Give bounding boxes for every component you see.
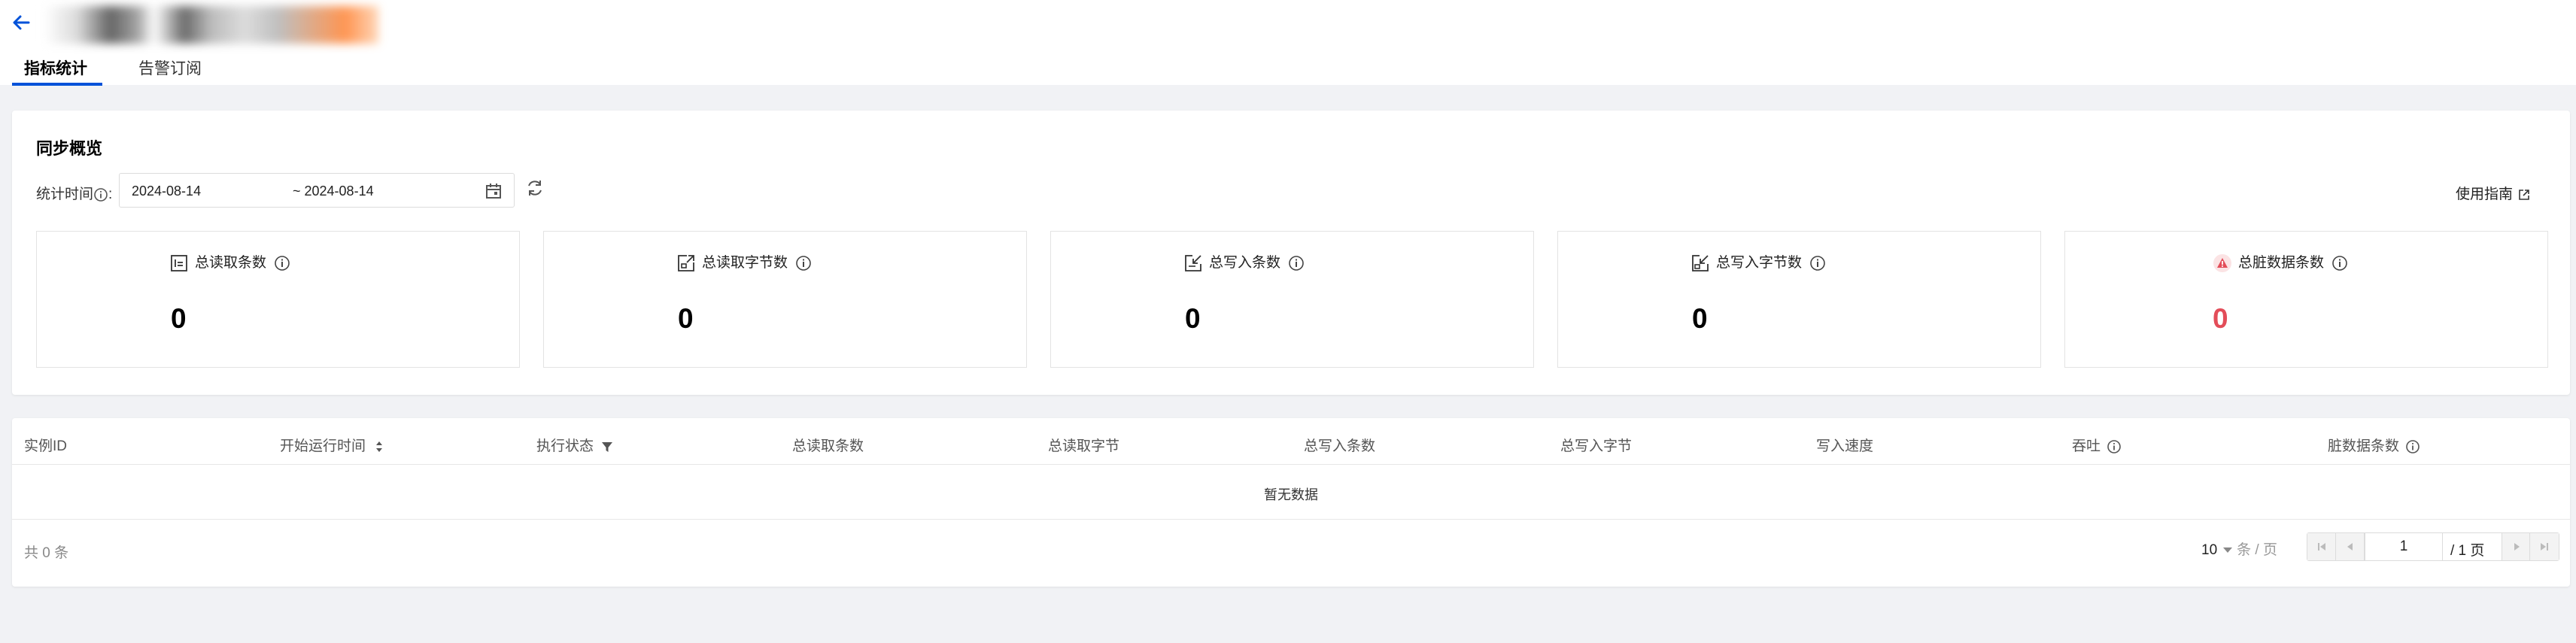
last-page-button[interactable] bbox=[2530, 533, 2559, 560]
section-title: 同步概览 bbox=[36, 139, 103, 158]
stat-header: 总读取字节数 bbox=[676, 251, 812, 273]
date-range-picker[interactable]: 2024-08-14 ~ 2024-08-14 bbox=[119, 173, 515, 208]
first-page-icon bbox=[2318, 543, 2325, 550]
instance-table: 实例ID 开始运行时间 执行状态 总读取条数 总读取字节 总写入条数 总写入字节… bbox=[12, 418, 2570, 587]
stat-label: 总读取字节数 bbox=[702, 255, 788, 271]
sync-overview-card: 同步概览 统计时间: 2024-08-14 ~ 2024-08-14 使用指南 … bbox=[12, 111, 2570, 395]
info-icon[interactable] bbox=[2405, 439, 2420, 454]
col-total-write-rows: 总写入条数 bbox=[1304, 438, 1376, 454]
page-size-select[interactable]: 10 条 / 页 bbox=[2201, 538, 2277, 559]
current-page-input[interactable]: 1 bbox=[2365, 533, 2443, 560]
col-start-time[interactable]: 开始运行时间 bbox=[280, 435, 387, 455]
write-bytes-icon bbox=[1692, 255, 1709, 271]
stat-header: 总脏数据条数 bbox=[2213, 251, 2348, 273]
prev-page-button[interactable] bbox=[2336, 533, 2365, 560]
next-page-button[interactable] bbox=[2502, 533, 2530, 560]
info-icon[interactable] bbox=[2331, 255, 2348, 271]
usage-guide-label: 使用指南 bbox=[2455, 187, 2513, 202]
info-icon[interactable] bbox=[93, 187, 108, 202]
stat-card-total-write-rows: 总写入条数 0 bbox=[1050, 231, 1534, 368]
info-icon[interactable] bbox=[795, 255, 812, 271]
col-total-read-rows: 总读取条数 bbox=[792, 438, 864, 454]
stat-card-total-read-bytes: 总读取字节数 0 bbox=[543, 231, 1027, 368]
empty-row: 暂无数据 bbox=[12, 465, 2570, 520]
stat-value: 0 bbox=[1692, 303, 1708, 334]
col-start-time-label: 开始运行时间 bbox=[280, 438, 366, 454]
top-header: 指标统计 告警订阅 bbox=[0, 0, 2576, 86]
tab-metrics[interactable]: 指标统计 bbox=[24, 51, 87, 85]
stat-label: 总写入字节数 bbox=[1716, 255, 1803, 271]
stat-header: 总读取条数 bbox=[169, 251, 290, 273]
total-count: 共 0 条 bbox=[24, 545, 69, 561]
last-page-icon bbox=[2541, 543, 2548, 550]
col-throughput-label: 吞吐 bbox=[2072, 438, 2101, 454]
col-total-read-bytes: 总读取字节 bbox=[1048, 438, 1120, 454]
filter-icon[interactable] bbox=[600, 439, 615, 454]
stat-value: 0 bbox=[678, 303, 694, 334]
first-page-button[interactable] bbox=[2307, 533, 2336, 560]
stat-label: 总写入条数 bbox=[1209, 255, 1281, 271]
read-bytes-icon bbox=[678, 255, 694, 271]
stat-label: 总读取条数 bbox=[195, 255, 267, 271]
stat-card-total-read-rows: 总读取条数 0 bbox=[36, 231, 520, 368]
tab-alert-subscription[interactable]: 告警订阅 bbox=[138, 51, 202, 85]
date-end-input[interactable]: ~ 2024-08-14 bbox=[293, 183, 374, 199]
info-icon[interactable] bbox=[274, 255, 290, 271]
col-throughput: 吞吐 bbox=[2072, 435, 2122, 455]
col-write-speed: 写入速度 bbox=[1816, 438, 1874, 454]
info-icon[interactable] bbox=[1809, 255, 1826, 271]
refresh-icon[interactable] bbox=[524, 177, 546, 199]
info-icon[interactable] bbox=[2107, 439, 2122, 454]
usage-guide-link[interactable]: 使用指南 bbox=[2456, 183, 2531, 203]
chevron-down-icon bbox=[2223, 547, 2233, 554]
sort-icon[interactable] bbox=[372, 439, 387, 454]
active-tab-indicator bbox=[12, 83, 102, 86]
stat-value: 0 bbox=[1185, 303, 1201, 334]
date-start-input[interactable]: 2024-08-14 bbox=[132, 183, 201, 199]
empty-state-text: 暂无数据 bbox=[1264, 487, 1318, 502]
stat-header: 总写入条数 bbox=[1183, 251, 1305, 273]
col-status[interactable]: 执行状态 bbox=[536, 435, 615, 455]
back-arrow-icon[interactable] bbox=[11, 12, 32, 33]
info-icon[interactable] bbox=[1288, 255, 1305, 271]
stat-value: 0 bbox=[171, 303, 187, 334]
col-status-label: 执行状态 bbox=[536, 438, 594, 454]
date-range-label: 统计时间: bbox=[36, 183, 112, 203]
page-size-unit: 条 / 页 bbox=[2237, 542, 2277, 558]
stat-card-total-write-bytes: 总写入字节数 0 bbox=[1557, 231, 2041, 368]
stat-label: 总脏数据条数 bbox=[2238, 255, 2325, 271]
stat-card-total-dirty-data: 总脏数据条数 0 bbox=[2064, 231, 2548, 368]
calendar-icon[interactable] bbox=[484, 181, 503, 201]
col-total-write-bytes: 总写入字节 bbox=[1560, 438, 1633, 454]
col-instance-id: 实例ID bbox=[24, 438, 68, 454]
page-total: / 1 页 bbox=[2450, 543, 2485, 559]
table-header: 实例ID 开始运行时间 执行状态 总读取条数 总读取字节 总写入条数 总写入字节… bbox=[12, 418, 2570, 465]
col-dirty-rows-label: 脏数据条数 bbox=[2328, 438, 2400, 454]
col-dirty-rows: 脏数据条数 bbox=[2328, 435, 2420, 455]
external-link-icon bbox=[2519, 190, 2529, 200]
stat-header: 总写入字节数 bbox=[1690, 251, 1826, 273]
date-label-colon: : bbox=[108, 187, 113, 202]
read-rows-icon bbox=[171, 255, 187, 271]
write-rows-icon bbox=[1185, 255, 1201, 271]
next-page-icon bbox=[2514, 543, 2520, 550]
pagination: 1 / 1 页 bbox=[2307, 532, 2559, 561]
prev-page-icon bbox=[2347, 543, 2353, 550]
date-label-text: 统计时间 bbox=[36, 187, 94, 202]
page-title-blurred bbox=[44, 6, 378, 44]
page-size-value: 10 bbox=[2201, 542, 2218, 558]
stat-value: 0 bbox=[2213, 303, 2228, 334]
dirty-data-icon bbox=[2213, 253, 2231, 272]
